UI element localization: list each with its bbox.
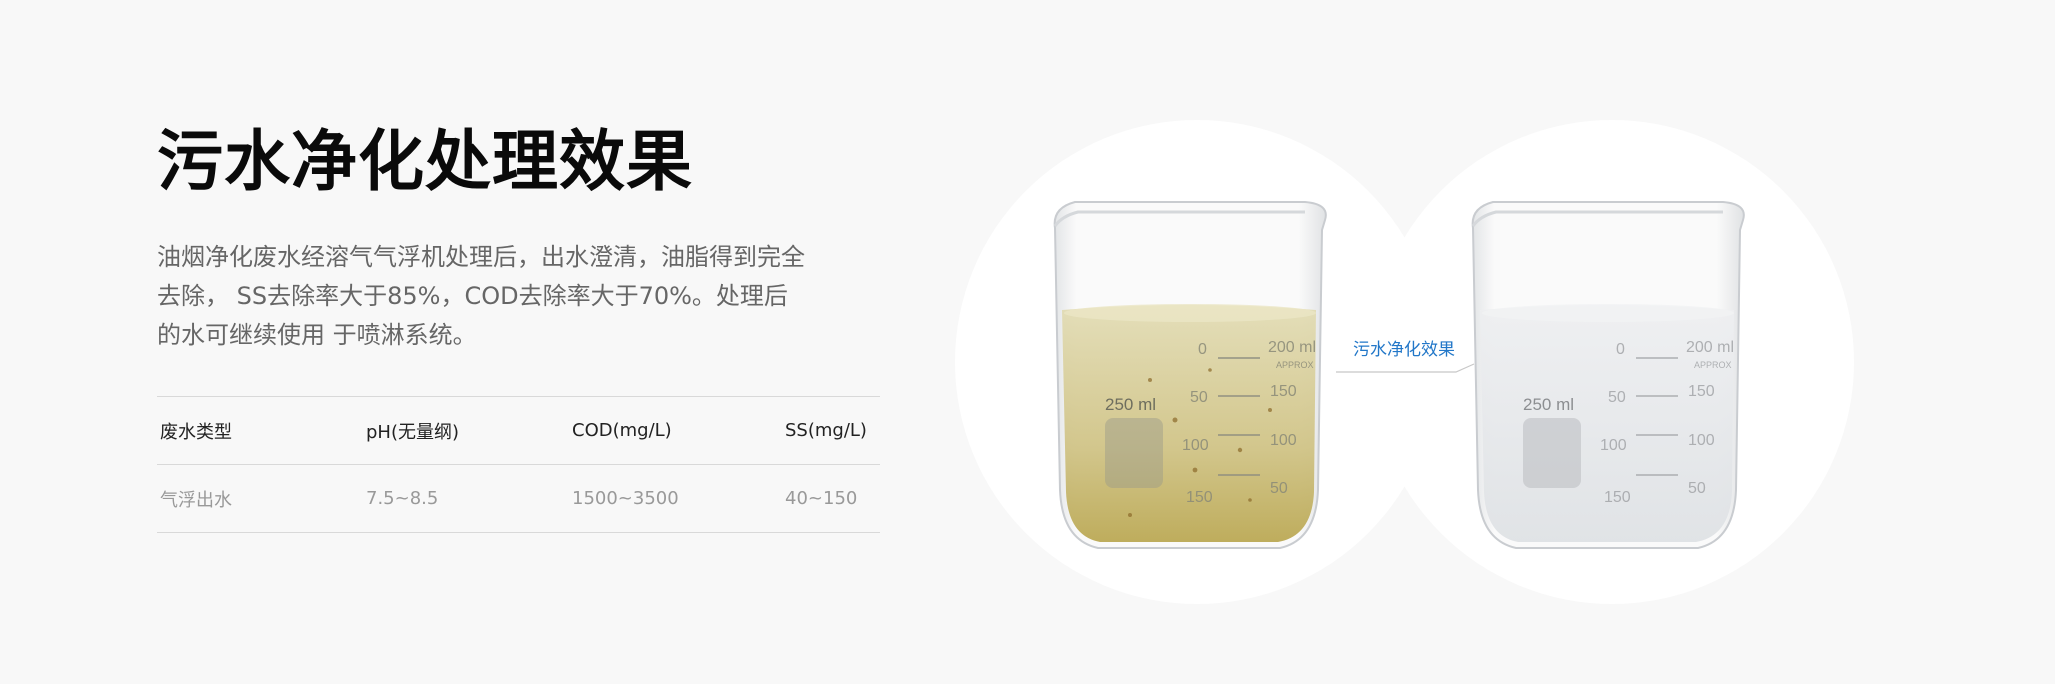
cell-cod: 1500~3500: [569, 464, 782, 533]
svg-text:APPROX: APPROX: [1276, 360, 1314, 370]
svg-text:100: 100: [1270, 432, 1297, 449]
header-ph: pH(无量纲): [363, 396, 569, 465]
description: 油烟净化废水经溶气气浮机处理后，出水澄清，油脂得到完全去除， SS去除率大于85…: [157, 243, 805, 349]
svg-text:200 ml: 200 ml: [1268, 339, 1316, 356]
effect-table: 废水类型 pH(无量纲) COD(mg/L) SS(mg/L) 气浮出水 7.5…: [157, 396, 880, 533]
page-title: 污水净化处理效果: [157, 123, 693, 200]
header-ss: SS(mg/L): [782, 396, 880, 465]
cell-ph: 7.5~8.5: [363, 464, 569, 533]
svg-text:150: 150: [1270, 383, 1297, 400]
table-header-row: 废水类型 pH(无量纲) COD(mg/L) SS(mg/L): [157, 396, 880, 465]
svg-text:150: 150: [1186, 489, 1213, 506]
svg-text:50: 50: [1270, 480, 1288, 497]
beaker-volume-label-left: 250 ml: [1105, 395, 1156, 414]
svg-text:150: 150: [1688, 383, 1715, 400]
svg-text:100: 100: [1600, 437, 1627, 454]
svg-text:50: 50: [1688, 480, 1706, 497]
beaker-volume-label-right: 250 ml: [1523, 395, 1574, 414]
svg-text:0: 0: [1616, 341, 1625, 358]
svg-text:100: 100: [1688, 432, 1715, 449]
svg-text:0: 0: [1198, 341, 1207, 358]
header-wastewater-type: 废水类型: [157, 396, 363, 465]
cell-wastewater-type: 气浮出水: [157, 464, 363, 533]
svg-text:50: 50: [1608, 389, 1626, 406]
header-cod: COD(mg/L): [569, 396, 782, 465]
comparison-pointer-line: [1336, 363, 1475, 373]
svg-text:50: 50: [1190, 389, 1208, 406]
svg-text:150: 150: [1604, 489, 1631, 506]
cell-ss: 40~150: [782, 464, 880, 533]
svg-text:200 ml: 200 ml: [1686, 339, 1734, 356]
table-row: 气浮出水 7.5~8.5 1500~3500 40~150: [157, 464, 880, 533]
clean-water-beaker: 250 ml 0 50 100 150 200 ml 150 100 50 AP…: [1471, 201, 1745, 549]
comparison-label: 污水净化效果: [1353, 340, 1455, 360]
svg-text:APPROX: APPROX: [1694, 360, 1732, 370]
svg-text:100: 100: [1182, 437, 1209, 454]
dirty-water-beaker: 250 ml 0 50 100 150 200 ml 150 100 50 AP…: [1053, 201, 1327, 549]
